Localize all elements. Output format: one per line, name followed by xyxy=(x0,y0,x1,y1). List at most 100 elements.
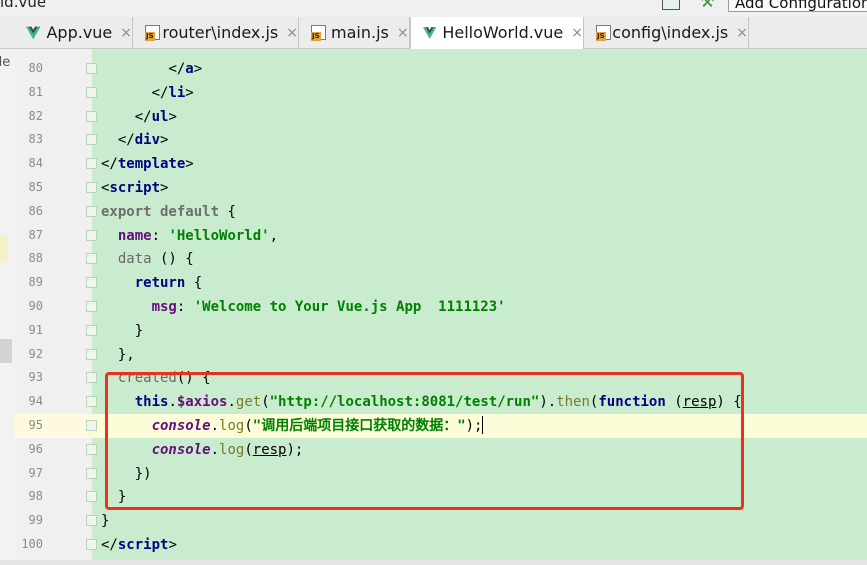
fold-marker-icon[interactable] xyxy=(86,158,97,170)
code-text: } xyxy=(101,321,143,341)
code-line[interactable]: 85 <script> xyxy=(0,176,867,200)
vue-icon xyxy=(423,26,437,39)
code-token: () { xyxy=(151,251,194,268)
code-token: </ xyxy=(151,84,169,101)
line-number: 87 xyxy=(28,227,43,242)
code-line[interactable]: 84 </template> xyxy=(0,152,867,176)
close-icon[interactable]: × xyxy=(571,25,583,41)
code-line[interactable]: 82 </ul> xyxy=(0,105,867,129)
line-number: 80 xyxy=(28,61,43,75)
code-line[interactable]: 80 </a> xyxy=(0,57,867,81)
fold-marker-icon[interactable] xyxy=(86,443,97,455)
code-line[interactable]: 81 </li> xyxy=(0,81,867,105)
code-token: { xyxy=(185,275,203,292)
code-token: a xyxy=(185,61,194,77)
fold-marker-icon[interactable] xyxy=(86,515,97,527)
code-line[interactable]: 99} xyxy=(0,509,867,533)
tab-config-index-js[interactable]: JS config\index.js × xyxy=(584,17,749,48)
close-icon[interactable]: × xyxy=(397,25,409,41)
line-number: 90 xyxy=(28,299,43,313)
line-number: 81 xyxy=(28,84,43,99)
close-icon[interactable]: × xyxy=(120,25,132,41)
line-number: 94 xyxy=(28,394,43,409)
code-line[interactable]: 83 </div> xyxy=(0,128,867,152)
code-text: name: 'HelloWorld', xyxy=(101,226,278,246)
code-line[interactable]: 100 </script> xyxy=(0,533,867,557)
fold-marker-icon[interactable] xyxy=(86,396,97,408)
tab-helloworld-vue[interactable]: HelloWorld.vue × xyxy=(410,17,584,49)
tab-label: HelloWorld.vue xyxy=(442,23,564,42)
fold-marker-icon[interactable] xyxy=(86,63,97,74)
code-token: > xyxy=(160,180,169,196)
code-token: > xyxy=(168,537,177,553)
line-number: 93 xyxy=(28,370,43,385)
fold-marker-icon[interactable] xyxy=(86,539,97,550)
code-token: msg xyxy=(151,299,177,315)
fold-marker-icon[interactable] xyxy=(86,467,97,479)
code-token: , xyxy=(269,227,279,244)
tab-main-js[interactable]: JS main.js × xyxy=(299,17,410,48)
code-token: { xyxy=(219,203,236,220)
fold-marker-icon[interactable] xyxy=(86,491,97,503)
code-token: return xyxy=(134,275,186,292)
code-line[interactable]: 92 }, xyxy=(0,343,867,367)
line-number: 97 xyxy=(28,465,43,480)
fold-marker-icon[interactable] xyxy=(86,182,97,193)
code-text: }, xyxy=(101,345,135,365)
code-line[interactable]: 91 } xyxy=(0,319,867,343)
code-text: </li> xyxy=(101,83,194,103)
code-token: : xyxy=(151,227,169,244)
line-number: 88 xyxy=(28,251,43,266)
line-number: 92 xyxy=(28,346,43,361)
line-number: 95 xyxy=(28,418,43,432)
code-line[interactable]: 90 msg: 'Welcome to Your Vue.js App 1111… xyxy=(0,295,867,319)
fold-marker-icon[interactable] xyxy=(86,205,97,217)
close-icon[interactable]: × xyxy=(286,25,298,41)
fold-marker-icon[interactable] xyxy=(86,229,97,241)
code-text: </div> xyxy=(101,130,169,150)
top-toolbar: ld.vue ⚒ Add Configuration xyxy=(0,0,867,17)
code-token: script xyxy=(109,180,161,196)
code-text: return { xyxy=(101,273,202,293)
code-text: export default { xyxy=(101,202,236,222)
run-config-icon[interactable] xyxy=(662,0,680,10)
tab-app-vue[interactable]: App.vue × xyxy=(14,17,133,48)
line-number: 82 xyxy=(28,108,43,123)
tab-router-index-js[interactable]: JS router\index.js × xyxy=(133,17,299,48)
tab-label: config\index.js xyxy=(612,23,729,42)
line-number: 99 xyxy=(28,513,43,528)
fold-marker-icon[interactable] xyxy=(86,110,97,122)
code-line[interactable]: 87 name: 'HelloWorld', xyxy=(0,224,867,248)
code-token: ul xyxy=(151,108,169,125)
line-number: 98 xyxy=(28,489,43,504)
vue-icon xyxy=(26,26,41,39)
fold-marker-icon[interactable] xyxy=(86,420,97,431)
build-hammer-icon[interactable]: ⚒ xyxy=(700,0,714,11)
code-line[interactable]: 88 data () { xyxy=(0,247,867,271)
code-token: name xyxy=(117,227,152,244)
editor-tab-bar: App.vue × JS router\index.js × JS main.j… xyxy=(0,17,867,49)
close-icon[interactable]: × xyxy=(736,25,748,41)
line-number: 85 xyxy=(28,180,43,194)
code-token: }, xyxy=(101,346,135,363)
horizontal-scrollbar[interactable] xyxy=(0,560,867,565)
fold-marker-icon[interactable] xyxy=(86,86,97,98)
code-token: </ xyxy=(134,108,152,125)
fold-marker-icon[interactable] xyxy=(86,253,97,265)
fold-marker-icon[interactable] xyxy=(86,134,97,146)
js-file-icon: JS xyxy=(145,24,160,41)
fold-marker-icon[interactable] xyxy=(86,324,97,336)
fold-marker-icon[interactable] xyxy=(86,277,97,289)
code-line[interactable]: 89 return { xyxy=(0,271,867,295)
code-line[interactable]: 86 export default { xyxy=(0,200,867,224)
fold-marker-icon[interactable] xyxy=(86,301,97,312)
fold-marker-icon[interactable] xyxy=(86,348,97,360)
line-number: 84 xyxy=(28,156,43,171)
fold-marker-icon[interactable] xyxy=(86,372,97,384)
add-configuration-button[interactable]: Add Configuration xyxy=(728,0,867,12)
